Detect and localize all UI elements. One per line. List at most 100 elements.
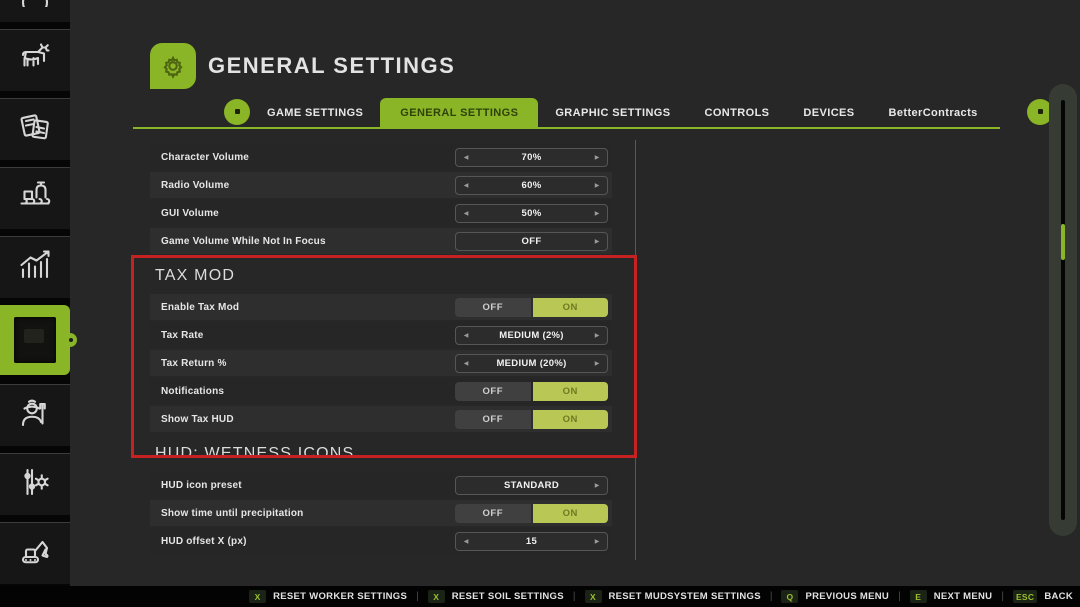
decrease-arrow-icon[interactable]: ◀ xyxy=(462,332,470,339)
bottom-keybind-bar: X RESET WORKER SETTINGS | X RESET SOIL S… xyxy=(0,586,1080,607)
value-selector[interactable]: ◀ 60% ▶ xyxy=(455,176,608,195)
toggle-on[interactable]: ON xyxy=(533,382,609,401)
tab-general-settings[interactable]: GENERAL SETTINGS xyxy=(380,98,538,127)
tax-mod-icon xyxy=(14,317,56,363)
toggle-show-tax-hud[interactable]: OFF ON xyxy=(455,410,608,429)
increase-arrow-icon[interactable]: ▶ xyxy=(593,210,601,217)
toggle-on[interactable]: ON xyxy=(533,410,609,429)
sidebar-item-animals[interactable] xyxy=(0,29,70,91)
setting-row: Enable Tax Mod OFF ON xyxy=(150,294,612,320)
setting-label: Game Volume While Not In Focus xyxy=(161,236,326,247)
tab-bettercontracts[interactable]: BetterContracts xyxy=(872,98,995,127)
hint-reset-worker[interactable]: X RESET WORKER SETTINGS xyxy=(249,590,407,603)
setting-row: Radio Volume ◀ 60% ▶ xyxy=(150,172,612,198)
bar-chart-icon xyxy=(17,247,53,288)
scrollbar-thumb[interactable] xyxy=(1061,224,1065,260)
setting-row: Tax Rate ◀ MEDIUM (2%) ▶ xyxy=(150,322,612,348)
setting-row: Show Tax HUD OFF ON xyxy=(150,406,612,432)
setting-label: Character Volume xyxy=(161,152,249,163)
toggle-enable-tax-mod[interactable]: OFF ON xyxy=(455,298,608,317)
value-selector[interactable]: ◀ STANDARD ▶ xyxy=(455,476,608,495)
key-e: E xyxy=(910,590,927,603)
hint-label: PREVIOUS MENU xyxy=(805,591,889,602)
key-esc: ESC xyxy=(1013,590,1037,603)
setting-label: HUD offset X (px) xyxy=(161,536,247,547)
setting-label: Tax Return % xyxy=(161,358,227,369)
separator: | xyxy=(1001,591,1004,602)
selector-value: MEDIUM (2%) xyxy=(470,330,593,341)
value-selector[interactable]: ◀ MEDIUM (20%) ▶ xyxy=(455,354,608,373)
hint-previous-menu[interactable]: Q PREVIOUS MENU xyxy=(781,590,889,603)
hint-reset-soil[interactable]: X RESET SOIL SETTINGS xyxy=(428,590,564,603)
scrollbar[interactable] xyxy=(1049,84,1077,536)
value-selector[interactable]: ◀ 15 ▶ xyxy=(455,532,608,551)
value-selector[interactable]: ◀ 50% ▶ xyxy=(455,204,608,223)
tab-graphic-settings[interactable]: GRAPHIC SETTINGS xyxy=(538,98,687,127)
documents-icon xyxy=(17,109,53,150)
toggle-off[interactable]: OFF xyxy=(455,382,531,401)
setting-label: GUI Volume xyxy=(161,208,219,219)
hint-reset-mudsystem[interactable]: X RESET MUDSYSTEM SETTINGS xyxy=(585,590,761,603)
hint-label: RESET WORKER SETTINGS xyxy=(273,591,407,602)
setting-row: Character Volume ◀ 70% ▶ xyxy=(150,144,612,170)
toggle-notifications[interactable]: OFF ON xyxy=(455,382,608,401)
decrease-arrow-icon[interactable]: ◀ xyxy=(462,154,470,161)
setting-row: GUI Volume ◀ 50% ▶ xyxy=(150,200,612,226)
setting-label: Enable Tax Mod xyxy=(161,302,239,313)
gear-icon xyxy=(150,43,196,89)
toggle-off[interactable]: OFF xyxy=(455,298,531,317)
tab-devices[interactable]: DEVICES xyxy=(786,98,871,127)
toggle-show-precipitation-time[interactable]: OFF ON xyxy=(455,504,608,523)
value-selector[interactable]: ◀ OFF ▶ xyxy=(455,232,608,251)
toggle-on[interactable]: ON xyxy=(533,504,609,523)
setting-row: Show time until precipitation OFF ON xyxy=(150,500,612,526)
decrease-arrow-icon[interactable]: ◀ xyxy=(462,360,470,367)
selector-value: 70% xyxy=(470,152,593,163)
farmer-icon xyxy=(17,395,53,436)
toggle-off[interactable]: OFF xyxy=(455,410,531,429)
increase-arrow-icon[interactable]: ▶ xyxy=(593,482,601,489)
decrease-arrow-icon[interactable]: ◀ xyxy=(462,210,470,217)
sidebar-item-farmer[interactable] xyxy=(0,384,70,446)
setting-label: Tax Rate xyxy=(161,330,204,341)
increase-arrow-icon[interactable]: ▶ xyxy=(593,360,601,367)
sidebar-item-contracts[interactable] xyxy=(0,98,70,160)
separator: | xyxy=(416,591,419,602)
sidebar-item-tax-mod[interactable] xyxy=(0,305,70,375)
tab-controls[interactable]: CONTROLS xyxy=(688,98,787,127)
value-selector[interactable]: ◀ MEDIUM (2%) ▶ xyxy=(455,326,608,345)
toggle-off[interactable]: OFF xyxy=(455,504,531,523)
setting-label: Notifications xyxy=(161,386,224,397)
increase-arrow-icon[interactable]: ▶ xyxy=(593,154,601,161)
sidebar-item-map[interactable] xyxy=(0,0,70,22)
selector-value: STANDARD xyxy=(470,480,593,491)
sidebar xyxy=(0,0,70,586)
increase-arrow-icon[interactable]: ▶ xyxy=(593,182,601,189)
sidebar-item-construction[interactable] xyxy=(0,522,70,584)
hint-next-menu[interactable]: E NEXT MENU xyxy=(910,590,993,603)
hint-label: NEXT MENU xyxy=(934,591,993,602)
tab-game-settings[interactable]: GAME SETTINGS xyxy=(250,98,380,127)
setting-row: HUD icon preset ◀ STANDARD ▶ xyxy=(150,472,612,498)
sidebar-item-mod-settings[interactable] xyxy=(0,453,70,515)
map-icon xyxy=(17,0,53,12)
hint-label: RESET MUDSYSTEM SETTINGS xyxy=(609,591,761,602)
key-x: X xyxy=(428,590,445,603)
key-q: Q xyxy=(781,590,798,603)
decrease-arrow-icon[interactable]: ◀ xyxy=(462,538,470,545)
selector-value: 50% xyxy=(470,208,593,219)
decrease-arrow-icon[interactable]: ◀ xyxy=(462,182,470,189)
setting-label: Show Tax HUD xyxy=(161,414,234,425)
increase-arrow-icon[interactable]: ▶ xyxy=(593,332,601,339)
value-selector[interactable]: ◀ 70% ▶ xyxy=(455,148,608,167)
increase-arrow-icon[interactable]: ▶ xyxy=(593,538,601,545)
scrollbar-track[interactable] xyxy=(1061,100,1065,520)
sidebar-item-production[interactable] xyxy=(0,167,70,229)
tabs-prev-arrow-icon[interactable] xyxy=(224,99,250,125)
cow-icon xyxy=(17,40,53,81)
increase-arrow-icon[interactable]: ▶ xyxy=(593,238,601,245)
hint-back[interactable]: ESC BACK xyxy=(1013,590,1073,603)
settings-screen: GENERAL SETTINGS GAME SETTINGS GENERAL S… xyxy=(0,0,1080,607)
sidebar-item-statistics[interactable] xyxy=(0,236,70,298)
toggle-on[interactable]: ON xyxy=(533,298,609,317)
